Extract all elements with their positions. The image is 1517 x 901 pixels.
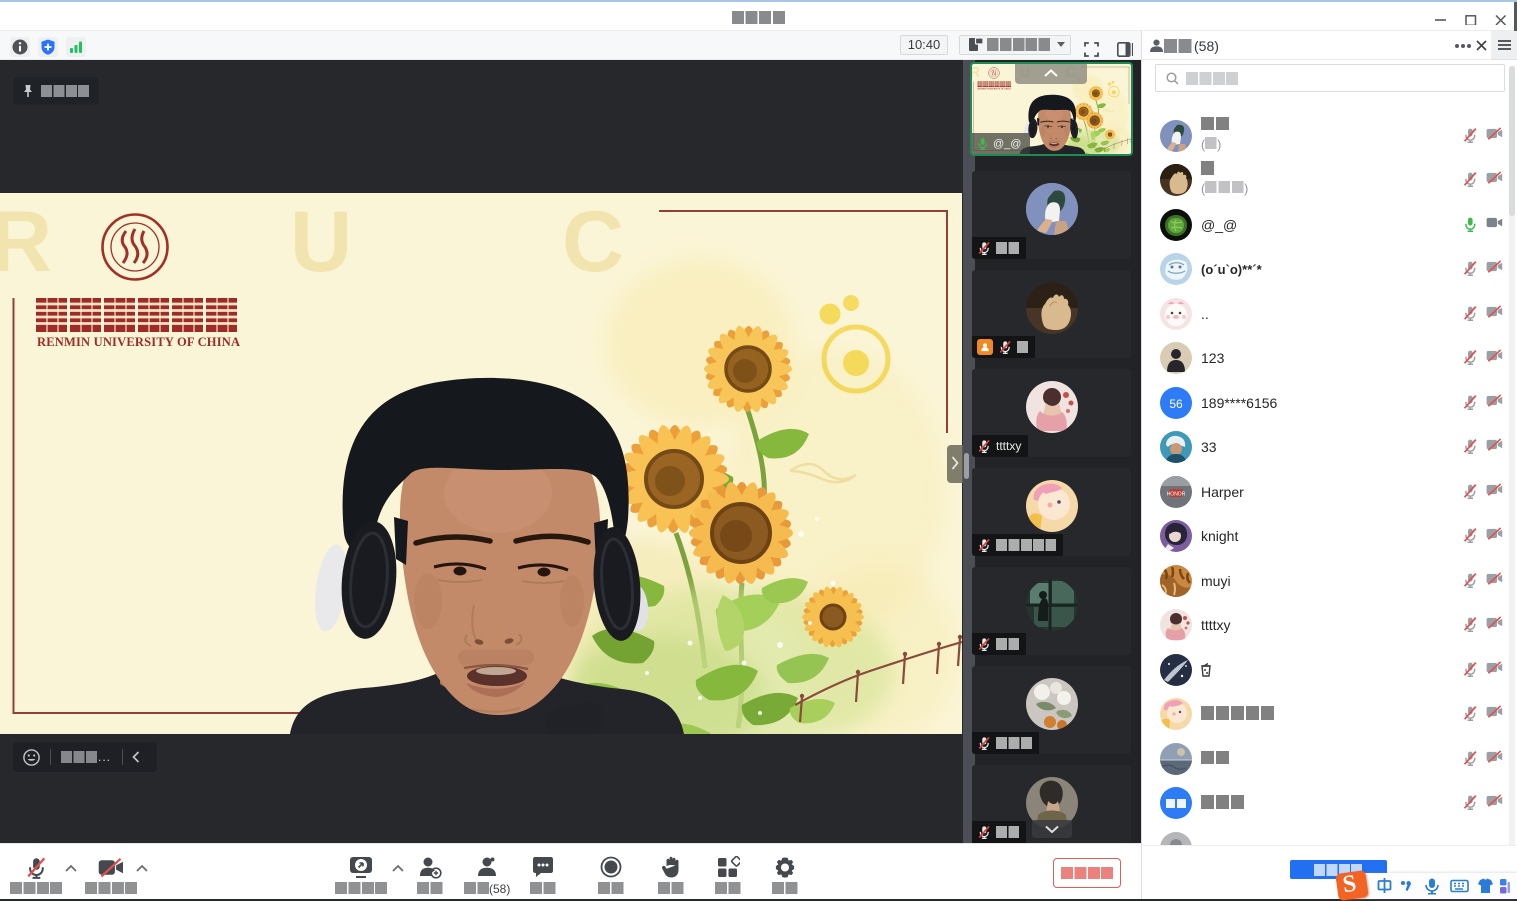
svg-text:HONOR: HONOR <box>1167 491 1186 497</box>
svg-text:56: 56 <box>1169 397 1183 411</box>
